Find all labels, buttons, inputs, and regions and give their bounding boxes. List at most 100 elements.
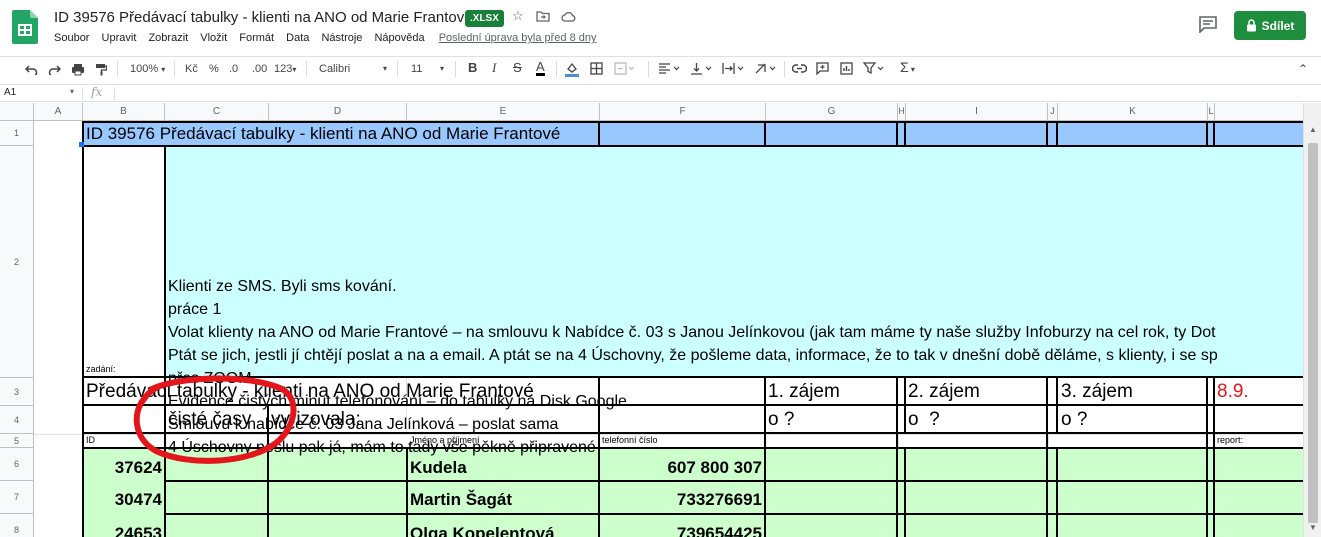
column-header-k[interactable]: K (1058, 103, 1208, 121)
cell-m5-report[interactable]: report: (1217, 434, 1243, 446)
cell-b1-title[interactable]: ID 39576 Předávací tabulky - klienti na … (86, 123, 560, 145)
cell-g4-o[interactable]: o ? (768, 409, 794, 431)
menu-soubor[interactable]: Soubor (54, 32, 89, 44)
cell-id[interactable]: 30474 (83, 489, 162, 511)
row-header-6[interactable]: 6 (0, 448, 34, 481)
row-header-4[interactable]: 4 (0, 406, 34, 434)
functions-button[interactable]: Σ ▾ (900, 60, 915, 77)
scrollbar-thumb[interactable] (1308, 143, 1318, 523)
column-header-d[interactable]: D (269, 103, 407, 121)
selection-handle[interactable] (79, 142, 84, 147)
row-header-8[interactable]: 8 (0, 514, 34, 537)
menu-data[interactable]: Data (286, 32, 309, 44)
cell-phone[interactable]: 733276691 (600, 489, 762, 511)
cell-d4-vyrizovala[interactable]: vyřizovala: (271, 409, 361, 431)
scroll-down-icon[interactable]: ▼ (1309, 523, 1317, 532)
strikethrough-button[interactable]: S (513, 61, 522, 75)
chevron-down-icon[interactable]: ▾ (440, 62, 444, 76)
row-header-1[interactable]: 1 (0, 121, 34, 146)
print-icon[interactable] (71, 63, 85, 76)
cell-m3-date[interactable]: 8.9. (1217, 381, 1249, 403)
text-rotation-icon[interactable] (754, 62, 778, 75)
font-size-select[interactable]: 11 (411, 62, 422, 76)
column-header-c[interactable]: C (165, 103, 269, 121)
undo-icon[interactable] (25, 64, 38, 75)
cell-b5-id[interactable]: ID (86, 434, 95, 446)
move-folder-icon[interactable] (536, 10, 550, 22)
menu-format[interactable]: Formát (239, 32, 274, 44)
redo-icon[interactable] (48, 64, 61, 75)
text-wrap-icon[interactable] (722, 62, 746, 75)
column-header-b[interactable]: B (83, 103, 165, 121)
menu-vlozit[interactable]: Vložit (200, 32, 227, 44)
cell-i4-o[interactable]: o ? (908, 409, 940, 431)
percent-format-button[interactable]: % (209, 62, 219, 76)
document-title[interactable]: ID 39576 Předávací tabulky - klienti na … (54, 9, 473, 26)
comment-icon[interactable] (1198, 15, 1218, 33)
chevron-down-icon[interactable]: ▾ (383, 62, 387, 76)
align-vertical-icon[interactable] (690, 62, 714, 75)
cell-k4-o[interactable]: o ? (1061, 409, 1087, 431)
cell-g3-zajem[interactable]: 1. zájem (768, 381, 840, 403)
cloud-status-icon[interactable] (561, 11, 576, 22)
chevron-down-icon[interactable]: ▾ (70, 87, 74, 96)
column-header-a[interactable]: A (34, 103, 83, 121)
select-all-corner[interactable] (0, 103, 34, 121)
vertical-scrollbar[interactable]: ▲ ▼ (1303, 103, 1321, 537)
row-header-2[interactable]: 2 (0, 146, 34, 378)
merge-cells-icon[interactable] (614, 62, 636, 75)
more-formats-select[interactable]: 123▾ (274, 62, 296, 77)
column-header-i[interactable]: I (906, 103, 1048, 121)
row-header-7[interactable]: 7 (0, 481, 34, 514)
menu-napoveda[interactable]: Nápověda (374, 32, 424, 44)
cell-i3-zajem[interactable]: 2. zájem (908, 381, 980, 403)
borders-icon[interactable] (590, 62, 603, 75)
scroll-up-icon[interactable]: ▲ (1309, 125, 1317, 134)
name-box[interactable]: A1 (4, 87, 16, 98)
insert-chart-icon[interactable] (840, 62, 853, 75)
cell-k3-zajem[interactable]: 3. zájem (1061, 381, 1133, 403)
cell-b3-title[interactable]: Předávací tabulky - klienti na ANO od Ma… (86, 381, 534, 403)
share-button[interactable]: Sdílet (1234, 11, 1306, 40)
menu-zobrazit[interactable]: Zobrazit (148, 32, 188, 44)
cell-name[interactable]: Kudela (410, 457, 467, 479)
fill-color-icon[interactable] (565, 61, 579, 77)
column-header-l[interactable]: L (1208, 103, 1215, 121)
cell-b2-label[interactable]: zadání: (86, 363, 116, 375)
align-horizontal-icon[interactable] (658, 63, 682, 74)
bold-button[interactable]: B (468, 61, 477, 75)
zoom-select[interactable]: 100% ▾ (130, 62, 165, 77)
column-header-g[interactable]: G (766, 103, 898, 121)
row-header-5[interactable]: 5 (0, 434, 34, 448)
currency-format-button[interactable]: Kč (185, 62, 198, 76)
formula-input[interactable] (118, 85, 1298, 101)
cell-c2-task-text[interactable]: Klienti ze SMS. Byli sms kování. práce 1… (168, 275, 1218, 459)
cell-f5-phone[interactable]: telefonní číslo (602, 434, 658, 446)
cell-name[interactable]: Olga Kopelentová (410, 523, 555, 537)
column-header-m[interactable] (1215, 103, 1303, 121)
cell-c4-ciste-casy[interactable]: čisté časy (168, 409, 251, 431)
cell-name[interactable]: Martin Šagát (410, 489, 512, 511)
column-header-j[interactable]: J (1048, 103, 1058, 121)
cell-phone[interactable]: 739654425 (600, 523, 762, 537)
column-header-f[interactable]: F (600, 103, 766, 121)
cell-id[interactable]: 24653 (83, 523, 162, 537)
column-header-e[interactable]: E (407, 103, 600, 121)
last-edit-link[interactable]: Poslední úprava byla před 8 dny (439, 32, 597, 44)
collapse-toolbar-icon[interactable]: ⌃ (1298, 62, 1308, 76)
cell-phone[interactable]: 607 800 307 (600, 457, 762, 479)
column-header-h[interactable]: H (898, 103, 906, 121)
italic-button[interactable]: I (492, 61, 496, 75)
sheets-logo-icon[interactable] (12, 10, 38, 44)
text-color-button[interactable]: A (536, 60, 545, 76)
font-family-select[interactable]: Calibri (319, 62, 350, 76)
cell-id[interactable]: 37624 (83, 457, 162, 479)
paint-format-icon[interactable] (95, 63, 107, 76)
insert-link-icon[interactable] (792, 64, 807, 73)
cell-e5-name[interactable]: Jméno a příjmení (410, 434, 480, 446)
menu-nastroje[interactable]: Nástroje (321, 32, 362, 44)
decrease-decimal-button[interactable]: .0 (229, 62, 238, 76)
increase-decimal-button[interactable]: .00 (252, 62, 267, 76)
filter-icon[interactable] (863, 62, 885, 75)
menu-upravit[interactable]: Upravit (102, 32, 137, 44)
